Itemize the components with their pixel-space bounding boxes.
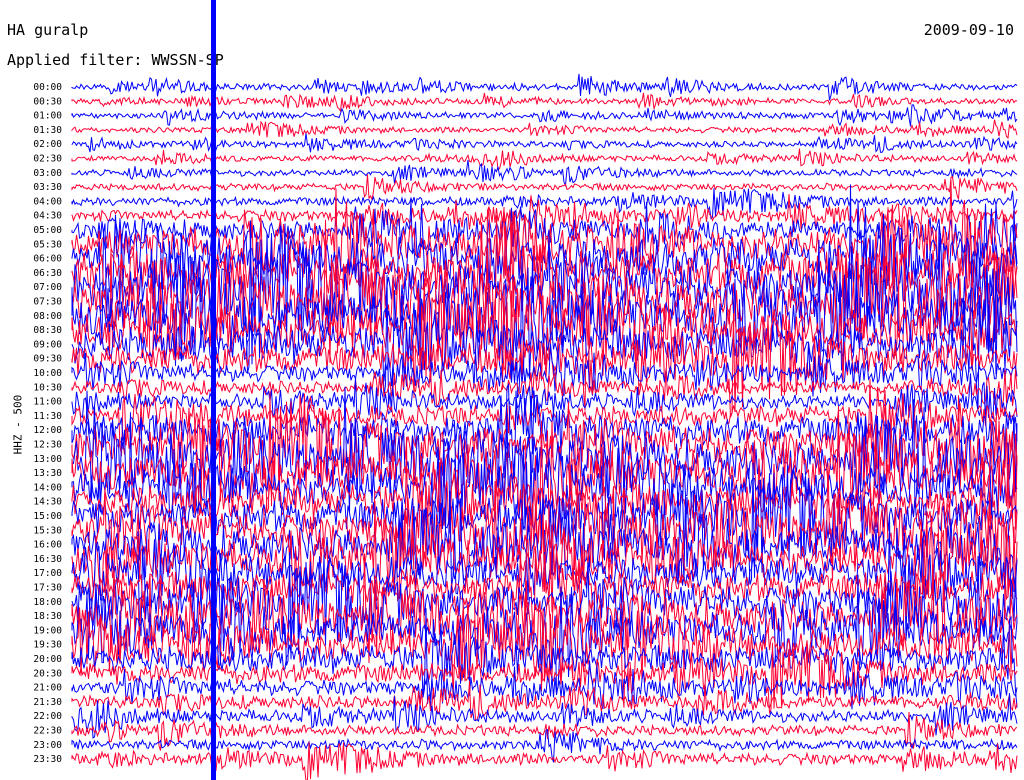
row-label: 14:00 — [33, 482, 62, 493]
row-label: 00:30 — [33, 96, 62, 107]
row-label: 13:30 — [33, 468, 62, 479]
row-label: 15:30 — [33, 525, 62, 536]
row-label: 04:00 — [33, 196, 62, 207]
row-label: 12:30 — [33, 440, 62, 451]
row-label: 07:00 — [33, 282, 62, 293]
row-label: 18:00 — [33, 597, 62, 608]
row-label: 09:00 — [33, 339, 62, 350]
row-label: 21:30 — [33, 697, 62, 708]
row-label: 03:00 — [33, 168, 62, 179]
helicorder-plot: 00:00 00:30 01:00 01:30 02:00 02:30 03:00 03:30… — [33, 0, 1018, 780]
row-label: 06:30 — [33, 268, 62, 279]
row-label: 22:30 — [33, 726, 62, 737]
row-label: 07:30 — [33, 297, 62, 308]
row-label: 06:00 — [33, 254, 62, 265]
row-label: 00:00 — [33, 82, 62, 93]
row-label: 04:30 — [33, 211, 62, 222]
row-label: 10:30 — [33, 382, 62, 393]
row-label: 11:30 — [33, 411, 62, 422]
row-label: 22:00 — [33, 711, 62, 722]
row-label: 20:00 — [33, 654, 62, 665]
row-label: 12:00 — [33, 425, 62, 436]
row-label: 01:30 — [33, 125, 62, 136]
row-label: 16:30 — [33, 554, 62, 565]
row-label: 17:00 — [33, 568, 62, 579]
row-label: 20:30 — [33, 668, 62, 679]
row-label: 23:00 — [33, 740, 62, 751]
row-label: 23:30 — [33, 754, 62, 765]
row-label: 01:00 — [33, 111, 62, 122]
row-label: 08:30 — [33, 325, 62, 336]
row-label: 09:30 — [33, 354, 62, 365]
row-label: 19:00 — [33, 625, 62, 636]
row-label: 13:00 — [33, 454, 62, 465]
row-label: 17:30 — [33, 583, 62, 594]
row-label: 02:00 — [33, 139, 62, 150]
row-label: 19:30 — [33, 640, 62, 651]
row-label: 16:00 — [33, 540, 62, 551]
row-label: 21:00 — [33, 683, 62, 694]
row-label: 05:00 — [33, 225, 62, 236]
row-label: 18:30 — [33, 611, 62, 622]
row-label: 15:00 — [33, 511, 62, 522]
event-marker — [211, 0, 216, 780]
row-label: 08:00 — [33, 311, 62, 322]
row-label: 03:30 — [33, 182, 62, 193]
row-label: 11:00 — [33, 397, 62, 408]
row-label: 14:30 — [33, 497, 62, 508]
row-label: 10:00 — [33, 368, 62, 379]
row-label: 02:30 — [33, 154, 62, 165]
row-label: 05:30 — [33, 239, 62, 250]
row-label-group: 00:00 00:30 01:00 01:30 02:00 02:30 03:00 03:30… — [33, 82, 62, 765]
